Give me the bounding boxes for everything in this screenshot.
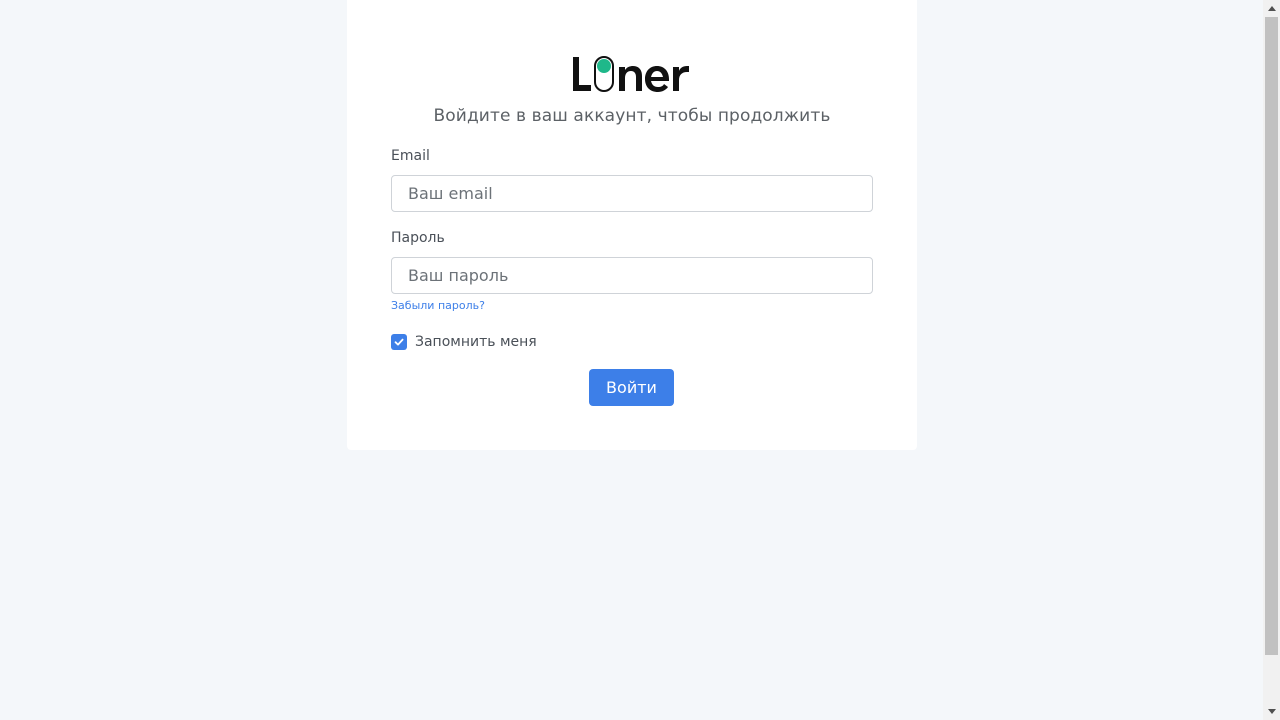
- chevron-up-icon[interactable]: [1263, 0, 1280, 17]
- login-button[interactable]: Войти: [589, 369, 674, 406]
- forgot-password-link[interactable]: Забыли пароль?: [391, 299, 485, 312]
- remember-me[interactable]: Запомнить меня: [391, 334, 537, 350]
- chevron-down-icon[interactable]: [1263, 703, 1280, 720]
- page: Войдите в ваш аккаунт, чтобы продолжить …: [0, 0, 1280, 720]
- login-card: Войдите в ваш аккаунт, чтобы продолжить …: [347, 0, 917, 450]
- check-icon: [394, 338, 404, 346]
- vertical-scrollbar[interactable]: [1263, 0, 1280, 720]
- email-label: Email: [391, 148, 430, 164]
- email-field[interactable]: [391, 175, 873, 212]
- password-label: Пароль: [391, 230, 445, 246]
- scrollbar-thumb[interactable]: [1265, 17, 1278, 655]
- brand-logo: [573, 56, 689, 92]
- password-field[interactable]: [391, 257, 873, 294]
- login-subtitle: Войдите в ваш аккаунт, чтобы продолжить: [433, 106, 831, 126]
- remember-me-label: Запомнить меня: [415, 334, 537, 350]
- remember-me-checkbox[interactable]: [391, 334, 407, 350]
